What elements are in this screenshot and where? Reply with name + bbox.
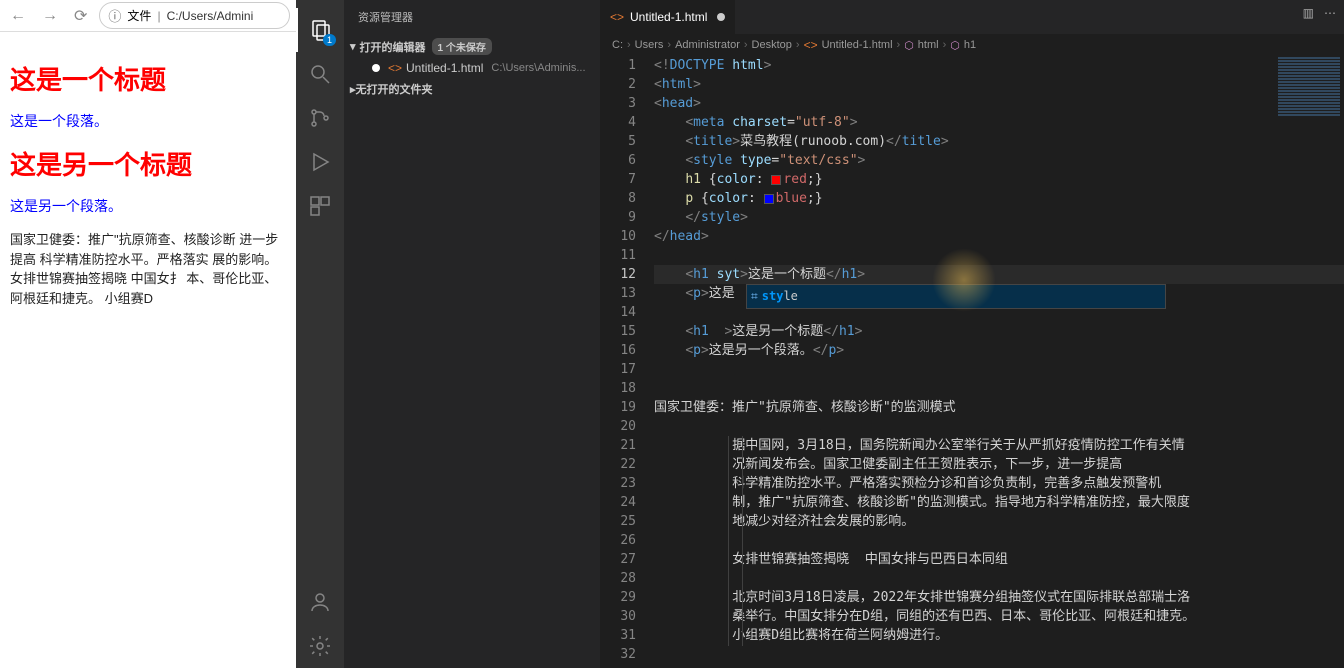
line-gutter: 1234567891011121314151617181920212223242… xyxy=(600,56,654,668)
suggest-widget[interactable]: ⌗ style xyxy=(746,284,1166,309)
property-icon: ⌗ xyxy=(751,287,758,306)
open-editors-label: 打开的编辑器 xyxy=(360,39,426,55)
browser-toolbar: ← → ⟳ ⓘ 文件 | C:/Users/Admini xyxy=(0,0,296,32)
crumb[interactable]: Desktop xyxy=(752,39,792,51)
account-icon[interactable] xyxy=(296,580,344,624)
run-debug-icon[interactable] xyxy=(296,140,344,184)
chevron-down-icon: ▾ xyxy=(350,40,356,53)
page-h1-b: 这是另一个标题 xyxy=(10,145,286,182)
page-p-a: 这是一个段落。 xyxy=(10,111,286,131)
modified-dot-icon xyxy=(717,13,725,21)
editor-area: <> Untitled-1.html ▥ ⋯ C:› Users› Admini… xyxy=(600,0,1344,668)
crumb[interactable]: C: xyxy=(612,39,623,51)
sidebar-title: 资源管理器 xyxy=(344,0,600,34)
tab-bar: <> Untitled-1.html xyxy=(600,0,1344,34)
suggest-item[interactable]: ⌗ style xyxy=(747,285,1165,308)
unsaved-badge: 1 个未保存 xyxy=(432,38,492,55)
code-editor[interactable]: 1234567891011121314151617181920212223242… xyxy=(600,56,1344,668)
no-folder-label: 无打开的文件夹 xyxy=(356,81,433,97)
crumb[interactable]: Administrator xyxy=(675,39,740,51)
symbol-icon: ⬡ xyxy=(904,39,914,52)
tab-untitled[interactable]: <> Untitled-1.html xyxy=(600,0,735,34)
page-h1-a: 这是一个标题 xyxy=(10,60,286,97)
explorer-icon[interactable]: 1 xyxy=(296,8,344,52)
back-icon[interactable]: ← xyxy=(6,5,30,27)
file-path: C:\Users\Adminis... xyxy=(491,62,585,74)
page-article: 国家卫健委：推广"抗原筛查、核酸诊断 进一步提高 科学精准防控水平。严格落实 展… xyxy=(10,230,286,308)
breadcrumb[interactable]: C:› Users› Administrator› Desktop› <> Un… xyxy=(600,34,1344,56)
activity-bar: 1 xyxy=(296,0,344,668)
browser-pane: ← → ⟳ ⓘ 文件 | C:/Users/Admini 这是一个标题 这是一个… xyxy=(0,0,296,668)
open-editors-section[interactable]: ▾ 打开的编辑器 1 个未保存 xyxy=(344,34,600,59)
crumb[interactable]: h1 xyxy=(964,39,976,51)
no-folder-section[interactable]: ▸ 无打开的文件夹 xyxy=(344,77,600,101)
url-text: C:/Users/Admini xyxy=(167,9,254,23)
more-icon[interactable]: ⋯ xyxy=(1324,6,1336,20)
code-body[interactable]: <!DOCTYPE html> <html> <head> <meta char… xyxy=(654,56,1344,668)
minimap[interactable] xyxy=(1274,56,1344,196)
search-icon[interactable] xyxy=(296,52,344,96)
page-p-b: 这是另一个段落。 xyxy=(10,196,286,216)
split-editor-icon[interactable]: ▥ xyxy=(1303,6,1314,20)
url-prefix: 文件 xyxy=(127,7,151,24)
extensions-icon[interactable] xyxy=(296,184,344,228)
info-icon: ⓘ xyxy=(108,6,121,25)
crumb[interactable]: Users xyxy=(635,39,664,51)
symbol-icon: ⬡ xyxy=(950,39,960,52)
explorer-sidebar: 资源管理器 ▾ 打开的编辑器 1 个未保存 <> Untitled-1.html… xyxy=(344,0,600,668)
html-file-icon: <> xyxy=(388,61,402,75)
crumb[interactable]: html xyxy=(918,39,939,51)
reload-icon[interactable]: ⟳ xyxy=(70,4,91,28)
browser-content: 这是一个标题 这是一个段落。 这是另一个标题 这是另一个段落。 国家卫健委：推广… xyxy=(0,32,296,322)
url-bar[interactable]: ⓘ 文件 | C:/Users/Admini xyxy=(99,2,290,29)
activity-badge: 1 xyxy=(323,34,336,46)
gear-icon[interactable] xyxy=(296,624,344,668)
html-file-icon: <> xyxy=(804,38,818,52)
html-file-icon: <> xyxy=(610,10,624,24)
vscode-window: 1 资源管理器 ▾ 打开的编辑器 1 个未保存 <> Untitled-1.ht… xyxy=(296,0,1344,668)
forward-icon[interactable]: → xyxy=(38,5,62,27)
modified-dot-icon xyxy=(372,64,380,72)
source-control-icon[interactable] xyxy=(296,96,344,140)
open-editor-item[interactable]: <> Untitled-1.html C:\Users\Adminis... xyxy=(344,59,600,77)
file-name: Untitled-1.html xyxy=(406,61,483,75)
crumb[interactable]: Untitled-1.html xyxy=(822,39,893,51)
tab-label: Untitled-1.html xyxy=(630,10,707,24)
